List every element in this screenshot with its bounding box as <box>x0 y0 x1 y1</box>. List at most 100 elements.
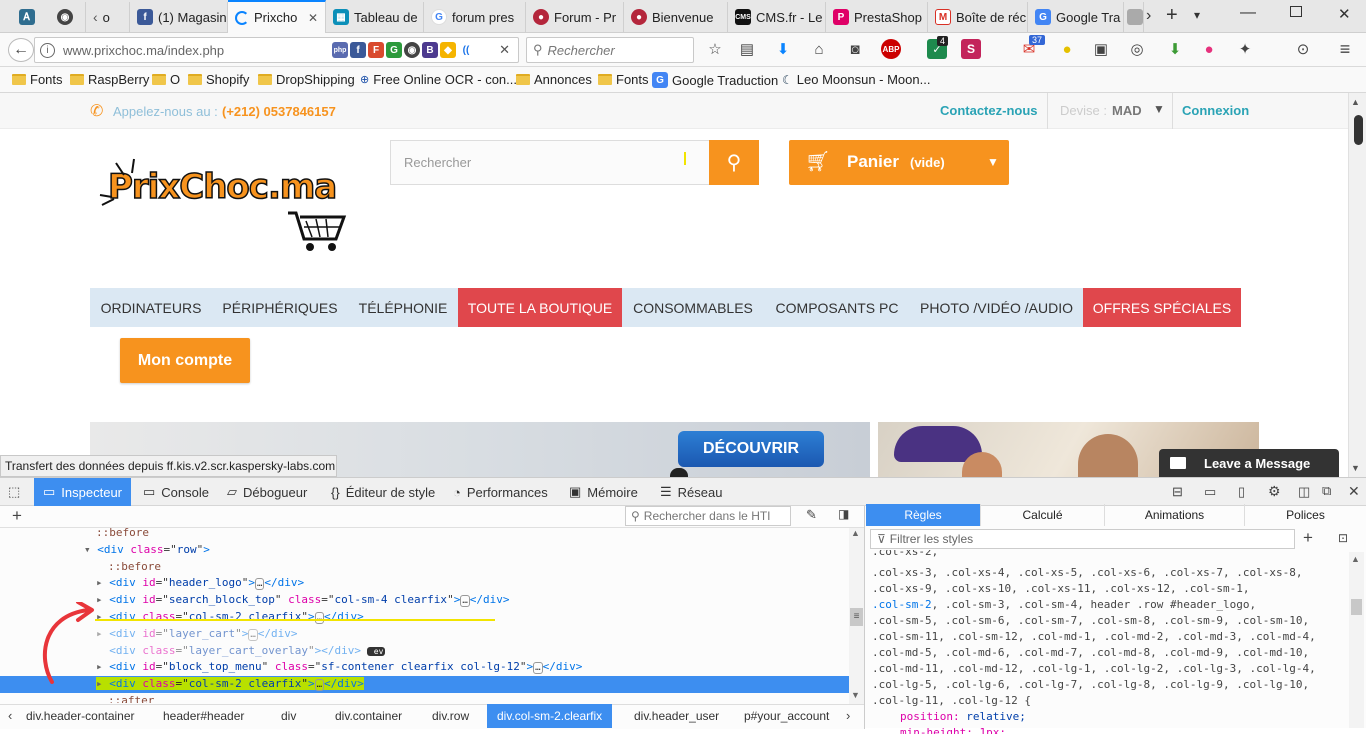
url-bar[interactable]: i www.prixchoc.ma/index.php php f F G ◉ … <box>34 37 519 63</box>
sync-icon[interactable]: ◎ <box>1127 39 1147 59</box>
back-button[interactable]: ← <box>8 38 34 62</box>
attribute-name[interactable]: class <box>281 593 321 606</box>
breadcrumb-item[interactable]: div.container <box>335 704 402 728</box>
bookmark-shopify[interactable]: Shopify <box>188 72 249 87</box>
attribute-value[interactable]: search_block_top <box>169 593 275 606</box>
fruit-icon[interactable]: ● <box>1057 39 1077 59</box>
css-selector-line[interactable]: .col-sm-11, .col-sm-12, .col-md-1, .col-… <box>872 630 1316 643</box>
attribute-value[interactable]: col-sm-2 clearfix <box>189 610 302 623</box>
gear-icon[interactable]: ⚙ <box>1268 483 1281 500</box>
pseudo-element[interactable]: ::after <box>108 694 154 703</box>
tab-translate[interactable]: G Google Tra <box>1028 2 1124 32</box>
hamburger-menu-icon[interactable]: ≡ <box>1335 39 1355 59</box>
tab-animations[interactable]: Animations <box>1105 504 1245 526</box>
bookmark-free-ocr[interactable]: ⊕ Free Online OCR - con... <box>360 72 517 87</box>
expand-arrow-icon[interactable]: ▾ <box>84 543 97 556</box>
css-property[interactable]: position: <box>900 710 966 723</box>
chevron-right-icon[interactable]: › <box>846 708 850 723</box>
home-icon[interactable]: ⌂ <box>809 39 829 59</box>
scroll-thumb[interactable] <box>1351 599 1362 615</box>
css-selector-line[interactable]: .col-lg-11, .col-lg-12 { <box>872 694 1031 707</box>
responsive-icon[interactable]: ▯ <box>1238 484 1245 500</box>
browser-search-box[interactable]: ⚲ Rechercher <box>526 37 694 63</box>
markup-line[interactable]: ▸ <div id="block_top_menu" class="sf-con… <box>0 659 849 676</box>
scroll-down-icon[interactable]: ▼ <box>851 690 860 700</box>
node-tag[interactable]: <div class="layer_cart_overlay"></div> <box>96 644 361 657</box>
chevron-left-icon[interactable]: ‹ <box>8 708 12 723</box>
layout-icon[interactable]: ⊟ <box>1172 484 1183 500</box>
attribute-value[interactable]: col-sm-2 clearfix <box>189 677 302 690</box>
screenshot-icon[interactable]: ▣ <box>1091 39 1111 59</box>
attribute-name[interactable]: class <box>136 677 175 690</box>
tab-google[interactable]: G forum pres <box>424 2 526 32</box>
node-tag[interactable]: ▸ <div class="col-sm-2 clearfix">… </div> <box>96 677 364 692</box>
attribute-name[interactable]: class <box>136 610 175 623</box>
adblock-icon[interactable]: ABP <box>881 39 901 59</box>
element-picker-icon[interactable]: ⬚ <box>8 484 20 500</box>
breadcrumb-item[interactable]: div.header_user <box>634 704 719 728</box>
tab-inspector[interactable]: ▭ Inspecteur <box>34 478 131 506</box>
html-search-input[interactable]: ⚲ Rechercher dans le HTI <box>625 506 791 526</box>
frame-icon[interactable]: ▭ <box>1204 484 1216 500</box>
attribute-value[interactable]: sf-contener clearfix col-lg-12 <box>321 660 520 673</box>
site-search-button[interactable]: ⚲ <box>709 140 759 185</box>
menu-offres-speciales[interactable]: OFFRES SPÉCIALES <box>1083 288 1241 327</box>
css-selector-line[interactable]: .col-xs-3, .col-xs-4, .col-xs-5, .col-xs… <box>872 566 1302 579</box>
attribute-value[interactable]: layer_cart_overlay <box>189 644 308 657</box>
scroll-up-icon[interactable]: ▲ <box>1351 97 1360 107</box>
css-value[interactable]: relative; <box>966 710 1026 723</box>
scroll-up-icon[interactable]: ▲ <box>1351 554 1360 564</box>
dock-side-icon[interactable]: ◫ <box>1298 484 1310 500</box>
page-scrollbar[interactable]: ▲ ▼ <box>1348 93 1366 477</box>
scroll-thumb[interactable]: ≡ <box>850 608 863 626</box>
css-selector-line[interactable]: .col-lg-5, .col-lg-6, .col-lg-7, .col-lg… <box>872 678 1309 691</box>
css-selector-line[interactable]: .col-sm-5, .col-sm-6, .col-sm-7, .col-sm… <box>872 614 1309 627</box>
breadcrumb-item[interactable]: div.row <box>432 704 469 728</box>
css-selector-line[interactable]: .col-md-5, .col-md-6, .col-md-7, .col-md… <box>872 646 1309 659</box>
attribute-name[interactable]: id <box>136 576 155 589</box>
maximize-icon[interactable] <box>1290 6 1302 17</box>
css-declaration[interactable]: min-height: 1px; <box>900 726 1006 734</box>
event-badge[interactable]: ev <box>366 646 386 656</box>
tab-performance[interactable]: ◔ Performances <box>444 478 557 506</box>
markup-line[interactable]: ▾ <div class="row"> <box>0 542 849 559</box>
attribute-name[interactable]: id <box>136 627 155 640</box>
green-download-icon[interactable]: ⬇ <box>1165 39 1185 59</box>
filter-styles-input[interactable]: ⊽ Filtrer les styles <box>870 529 1295 549</box>
breadcrumb-item[interactable]: div.header-container <box>26 704 135 728</box>
markup-line[interactable]: <div class="layer_cart_overlay"></div> e… <box>0 643 849 660</box>
tab-prestashop[interactable]: P PrestaShop <box>826 2 928 32</box>
menu-ordinateurs[interactable]: ORDINATEURS <box>90 288 212 327</box>
breadcrumb-item[interactable]: div <box>281 704 296 728</box>
tab-console[interactable]: ▭ Console <box>134 478 218 506</box>
cart-button[interactable]: 🛒︎ Panier (vide) ▼ <box>789 140 1009 185</box>
puzzle-icon[interactable]: ✦ <box>1235 39 1255 59</box>
chevron-down-icon[interactable]: ▼ <box>987 155 999 169</box>
bookmark-star-icon[interactable]: ☆ <box>705 39 725 59</box>
signal-icon[interactable]: (( <box>458 42 474 58</box>
collapsed-children-icon[interactable]: … <box>248 628 258 641</box>
tab-computed[interactable]: Calculé <box>981 504 1105 526</box>
leave-message-chat[interactable]: Leave a Message <box>1159 449 1339 477</box>
menu-telephonie[interactable]: TÉLÉPHONIE <box>348 288 458 327</box>
tab-network[interactable]: ☰ Réseau <box>651 478 731 506</box>
discover-button[interactable]: DÉCOUVRIR <box>678 431 824 467</box>
tab-pinned-1[interactable]: Ꭺ <box>12 2 52 32</box>
css-selector-line[interactable]: .col-xs-9, .col-xs-10, .col-xs-11, .col-… <box>872 582 1250 595</box>
markup-line[interactable]: ::before <box>0 559 849 576</box>
bookmark-o[interactable]: O <box>152 72 180 87</box>
tab-memory[interactable]: ▣ Mémoire <box>560 478 647 506</box>
css-selector-line[interactable]: .col-md-11, .col-md-12, .col-lg-1, .col-… <box>872 662 1316 675</box>
bookmark-google-traduction[interactable]: G Google Traduction <box>652 72 778 88</box>
attribute-value[interactable]: col-sm-4 clearfix <box>334 593 447 606</box>
new-tab-icon[interactable]: + <box>1166 4 1178 27</box>
tab-rules[interactable]: Règles <box>866 504 981 526</box>
s-extension-icon[interactable]: S <box>961 39 981 59</box>
tab-style-editor[interactable]: {} Éditeur de style <box>322 478 444 506</box>
download-icon[interactable]: ⬇ <box>773 39 793 59</box>
clear-url-icon[interactable]: ✕ <box>499 42 510 58</box>
tab-pinned-2[interactable]: ◉ <box>50 2 86 32</box>
print-simulation-icon[interactable]: ⊡ <box>1338 531 1348 545</box>
diamond-icon[interactable]: ◆ <box>440 42 456 58</box>
matched-selector[interactable]: .col-sm-2 <box>872 598 932 611</box>
